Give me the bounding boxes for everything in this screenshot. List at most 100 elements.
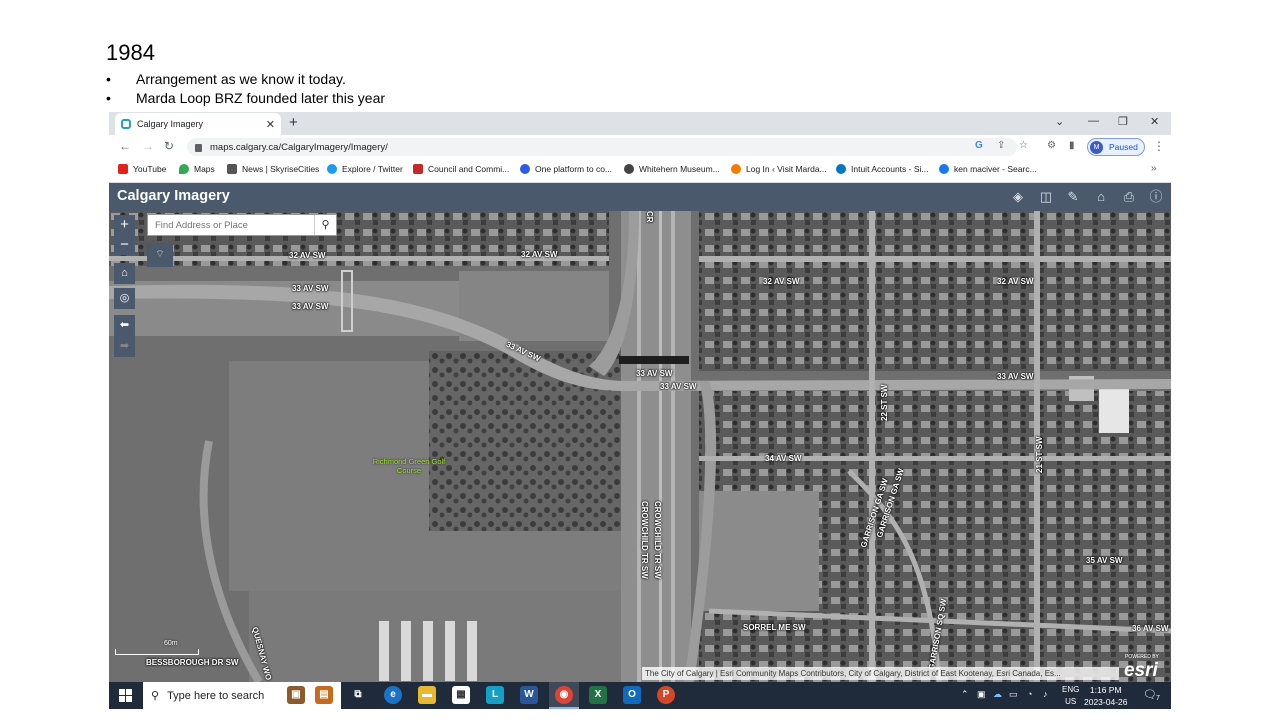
word-icon[interactable]: W bbox=[520, 686, 538, 704]
task-view-icon[interactable]: ⧉ bbox=[349, 686, 367, 704]
street-label: 32 AV SW bbox=[997, 277, 1034, 286]
new-tab-icon[interactable]: + bbox=[289, 114, 298, 131]
education-icon[interactable]: ⌂ bbox=[1092, 188, 1110, 206]
locate-icon[interactable]: ◎ bbox=[114, 288, 135, 309]
bookmark-label: Explore / Twitter bbox=[342, 164, 403, 174]
profile-button[interactable]: M Paused bbox=[1087, 138, 1145, 156]
file-explorer-icon[interactable]: ▬ bbox=[418, 686, 436, 704]
bookmark-intuit[interactable]: Intuit Accounts - Si... bbox=[836, 164, 928, 174]
street-label: CR bbox=[645, 211, 654, 223]
search-icon[interactable]: ⚲ bbox=[314, 215, 336, 235]
volume-icon[interactable]: ♪ bbox=[1043, 689, 1048, 699]
bookmark-youtube[interactable]: YouTube bbox=[118, 164, 166, 174]
language-indicator[interactable]: ENG US bbox=[1062, 684, 1079, 708]
windows-start-icon[interactable] bbox=[119, 689, 132, 702]
google-lens-icon[interactable]: G bbox=[975, 140, 983, 151]
search-input[interactable] bbox=[148, 215, 313, 235]
bookmark-platform[interactable]: One platform to co... bbox=[520, 164, 612, 174]
forward-icon[interactable]: → bbox=[142, 139, 154, 153]
notifications-icon[interactable]: 🗨 bbox=[1143, 688, 1157, 701]
excel-icon[interactable]: X bbox=[589, 686, 607, 704]
url-text: maps.calgary.ca/CalgaryImagery/Imagery/ bbox=[210, 141, 388, 153]
chrome-icon[interactable]: ◉ bbox=[555, 686, 573, 704]
tray-overflow-icon[interactable]: ⌃ bbox=[961, 689, 969, 700]
bullet-text: Marda Loop BRZ founded later this year bbox=[136, 90, 386, 106]
more-bookmarks-icon[interactable]: » bbox=[1151, 163, 1157, 174]
street-label: 33 AV SW bbox=[660, 382, 697, 391]
extensions-icon[interactable]: ⚙ bbox=[1047, 140, 1056, 151]
news-widget-icon[interactable]: ▣ bbox=[287, 686, 305, 704]
address-search: ⚲ bbox=[147, 214, 337, 236]
menu-icon[interactable]: ⋮ bbox=[1153, 139, 1165, 153]
aerial-map[interactable]: 32 AV SW 32 AV SW 33 AV SW 33 AV SW 32 A… bbox=[109, 211, 1171, 682]
app-l-icon[interactable]: L bbox=[486, 686, 504, 704]
next-extent-icon[interactable]: ➡ bbox=[114, 336, 135, 357]
wifi-icon[interactable]: ◔ bbox=[1027, 689, 1032, 699]
zoom-out-button[interactable]: − bbox=[114, 235, 135, 255]
bookmark-facebook[interactable]: ken maciver - Searc... bbox=[939, 164, 1037, 174]
measure-icon[interactable]: ✎ bbox=[1064, 188, 1082, 206]
side-panel-icon[interactable]: ▮ bbox=[1069, 140, 1075, 151]
close-window-icon[interactable]: ✕ bbox=[1150, 115, 1159, 128]
bookmark-label: Whitehern Museum... bbox=[639, 164, 720, 174]
briefcase-icon[interactable]: ▤ bbox=[315, 686, 333, 704]
intuit-icon bbox=[836, 164, 846, 174]
print-icon[interactable]: ⎙ bbox=[1120, 188, 1138, 206]
esri-logo[interactable]: esri bbox=[1124, 660, 1158, 682]
battery-icon[interactable]: ▭ bbox=[1009, 689, 1018, 700]
bookmark-label: Intuit Accounts - Si... bbox=[851, 164, 929, 174]
favicon-icon bbox=[121, 119, 131, 129]
street-label: 33 AV SW bbox=[997, 372, 1034, 381]
street-label: 34 AV SW bbox=[765, 454, 802, 463]
share-icon[interactable]: ⇪ bbox=[997, 140, 1005, 151]
golf-course-label: Richmond Green Golf Course bbox=[372, 457, 446, 475]
powerpoint-icon[interactable]: P bbox=[657, 686, 675, 704]
bookmark-skyrise[interactable]: News | SkyriseCities bbox=[227, 164, 319, 174]
onedrive-icon[interactable]: ☁ bbox=[993, 689, 1002, 700]
store-icon[interactable]: ▦ bbox=[452, 686, 470, 704]
avatar: M bbox=[1090, 140, 1103, 154]
zoom-in-button[interactable]: + bbox=[114, 215, 135, 235]
compare-icon[interactable]: ◫ bbox=[1037, 188, 1055, 206]
home-icon[interactable]: ⌂ bbox=[114, 263, 135, 284]
app-title: Calgary Imagery bbox=[117, 188, 230, 204]
browser-toolbar: ← → ↻ maps.calgary.ca/CalgaryImagery/Ima… bbox=[109, 135, 1171, 159]
bookmark-label: ken maciver - Searc... bbox=[954, 164, 1037, 174]
street-label: CROWCHILD TR SW bbox=[653, 501, 662, 579]
previous-extent-icon[interactable]: ⬅ bbox=[114, 315, 135, 336]
street-label: 21 ST SW bbox=[1035, 436, 1044, 473]
minimize-icon[interactable]: — bbox=[1088, 115, 1099, 127]
bookmark-twitter[interactable]: Explore / Twitter bbox=[327, 164, 403, 174]
close-tab-icon[interactable]: ✕ bbox=[266, 118, 275, 131]
tab-search-icon[interactable]: ⌄ bbox=[1055, 115, 1064, 128]
skyrise-icon bbox=[227, 164, 237, 174]
maps-icon bbox=[179, 164, 189, 174]
reload-icon[interactable]: ↻ bbox=[164, 139, 174, 153]
slide-bullets: • Arrangement as we know it today. • Marda… bbox=[106, 70, 385, 108]
council-icon bbox=[413, 164, 423, 174]
outlook-icon[interactable]: O bbox=[623, 686, 641, 704]
bookmark-whitehern[interactable]: Whitehern Museum... bbox=[624, 164, 720, 174]
bookmark-marda[interactable]: Log In ‹ Visit Marda... bbox=[731, 164, 827, 174]
street-label: 33 AV SW bbox=[292, 302, 329, 311]
tray-app-icon[interactable]: ▣ bbox=[977, 689, 986, 700]
street-label: 22 ST SW bbox=[880, 384, 889, 421]
region-code: US bbox=[1065, 697, 1077, 706]
zoom-control: + − bbox=[114, 215, 135, 255]
notification-count: 7 bbox=[1156, 695, 1160, 702]
edge-icon[interactable]: e bbox=[384, 686, 402, 704]
clock[interactable]: 1:16 PM 2023-04-26 bbox=[1084, 684, 1127, 708]
restore-icon[interactable]: ❐ bbox=[1118, 115, 1128, 128]
app-header: Calgary Imagery ◈ ◫ ✎ ⌂ ⎙ ⓘ bbox=[109, 183, 1171, 211]
browser-tab[interactable]: Calgary Imagery ✕ bbox=[115, 113, 281, 135]
bookmark-maps[interactable]: Maps bbox=[179, 164, 215, 174]
address-bar[interactable]: maps.calgary.ca/CalgaryImagery/Imagery/ bbox=[187, 138, 1017, 156]
search-options-icon[interactable]: ⌔ bbox=[147, 243, 173, 267]
bookmark-council[interactable]: Council and Commi... bbox=[413, 164, 509, 174]
bookmark-star-icon[interactable]: ☆ bbox=[1019, 140, 1028, 151]
scale-label: 60m bbox=[164, 640, 178, 647]
info-icon[interactable]: ⓘ bbox=[1147, 188, 1165, 206]
taskbar-search[interactable]: ⚲ Type here to search bbox=[143, 682, 341, 709]
layers-icon[interactable]: ◈ bbox=[1009, 188, 1027, 206]
back-icon[interactable]: ← bbox=[119, 139, 131, 153]
